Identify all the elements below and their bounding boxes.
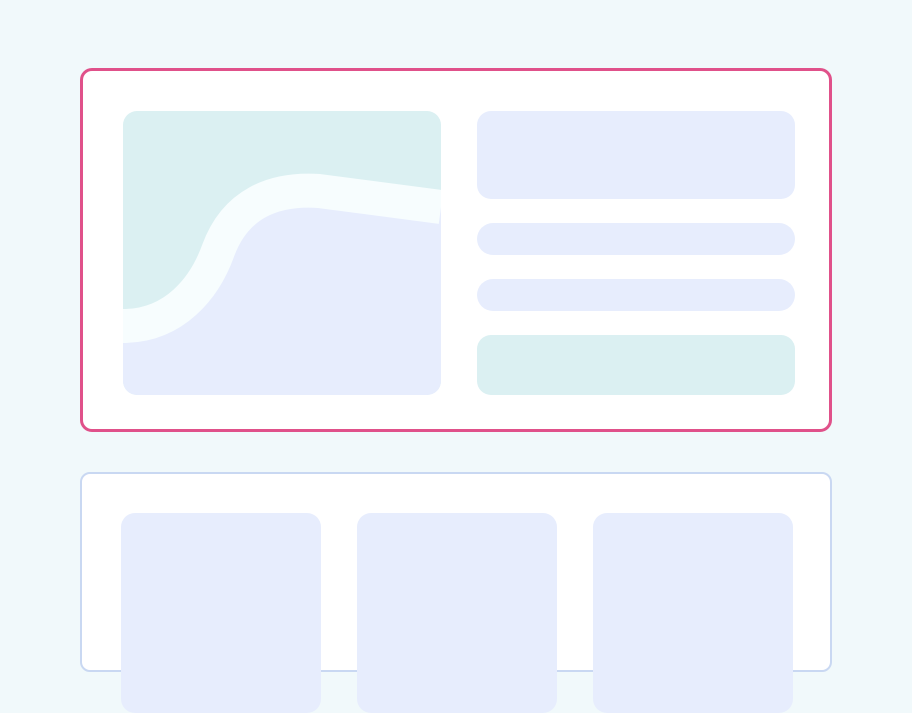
grid-card[interactable] <box>80 472 832 713</box>
landscape-wave-icon <box>123 111 441 395</box>
page-canvas: { "colors": { "page_background": "#F1F9F… <box>0 0 912 713</box>
content-text-line <box>477 223 795 255</box>
content-text-line <box>477 279 795 311</box>
content-header-block <box>477 111 795 199</box>
grid-tile[interactable] <box>357 513 557 713</box>
hero-image-placeholder <box>123 111 441 395</box>
content-action-block[interactable] <box>477 335 795 395</box>
grid-tile[interactable] <box>593 513 793 713</box>
hero-card-selected[interactable] <box>80 68 832 432</box>
grid-tile[interactable] <box>121 513 321 713</box>
